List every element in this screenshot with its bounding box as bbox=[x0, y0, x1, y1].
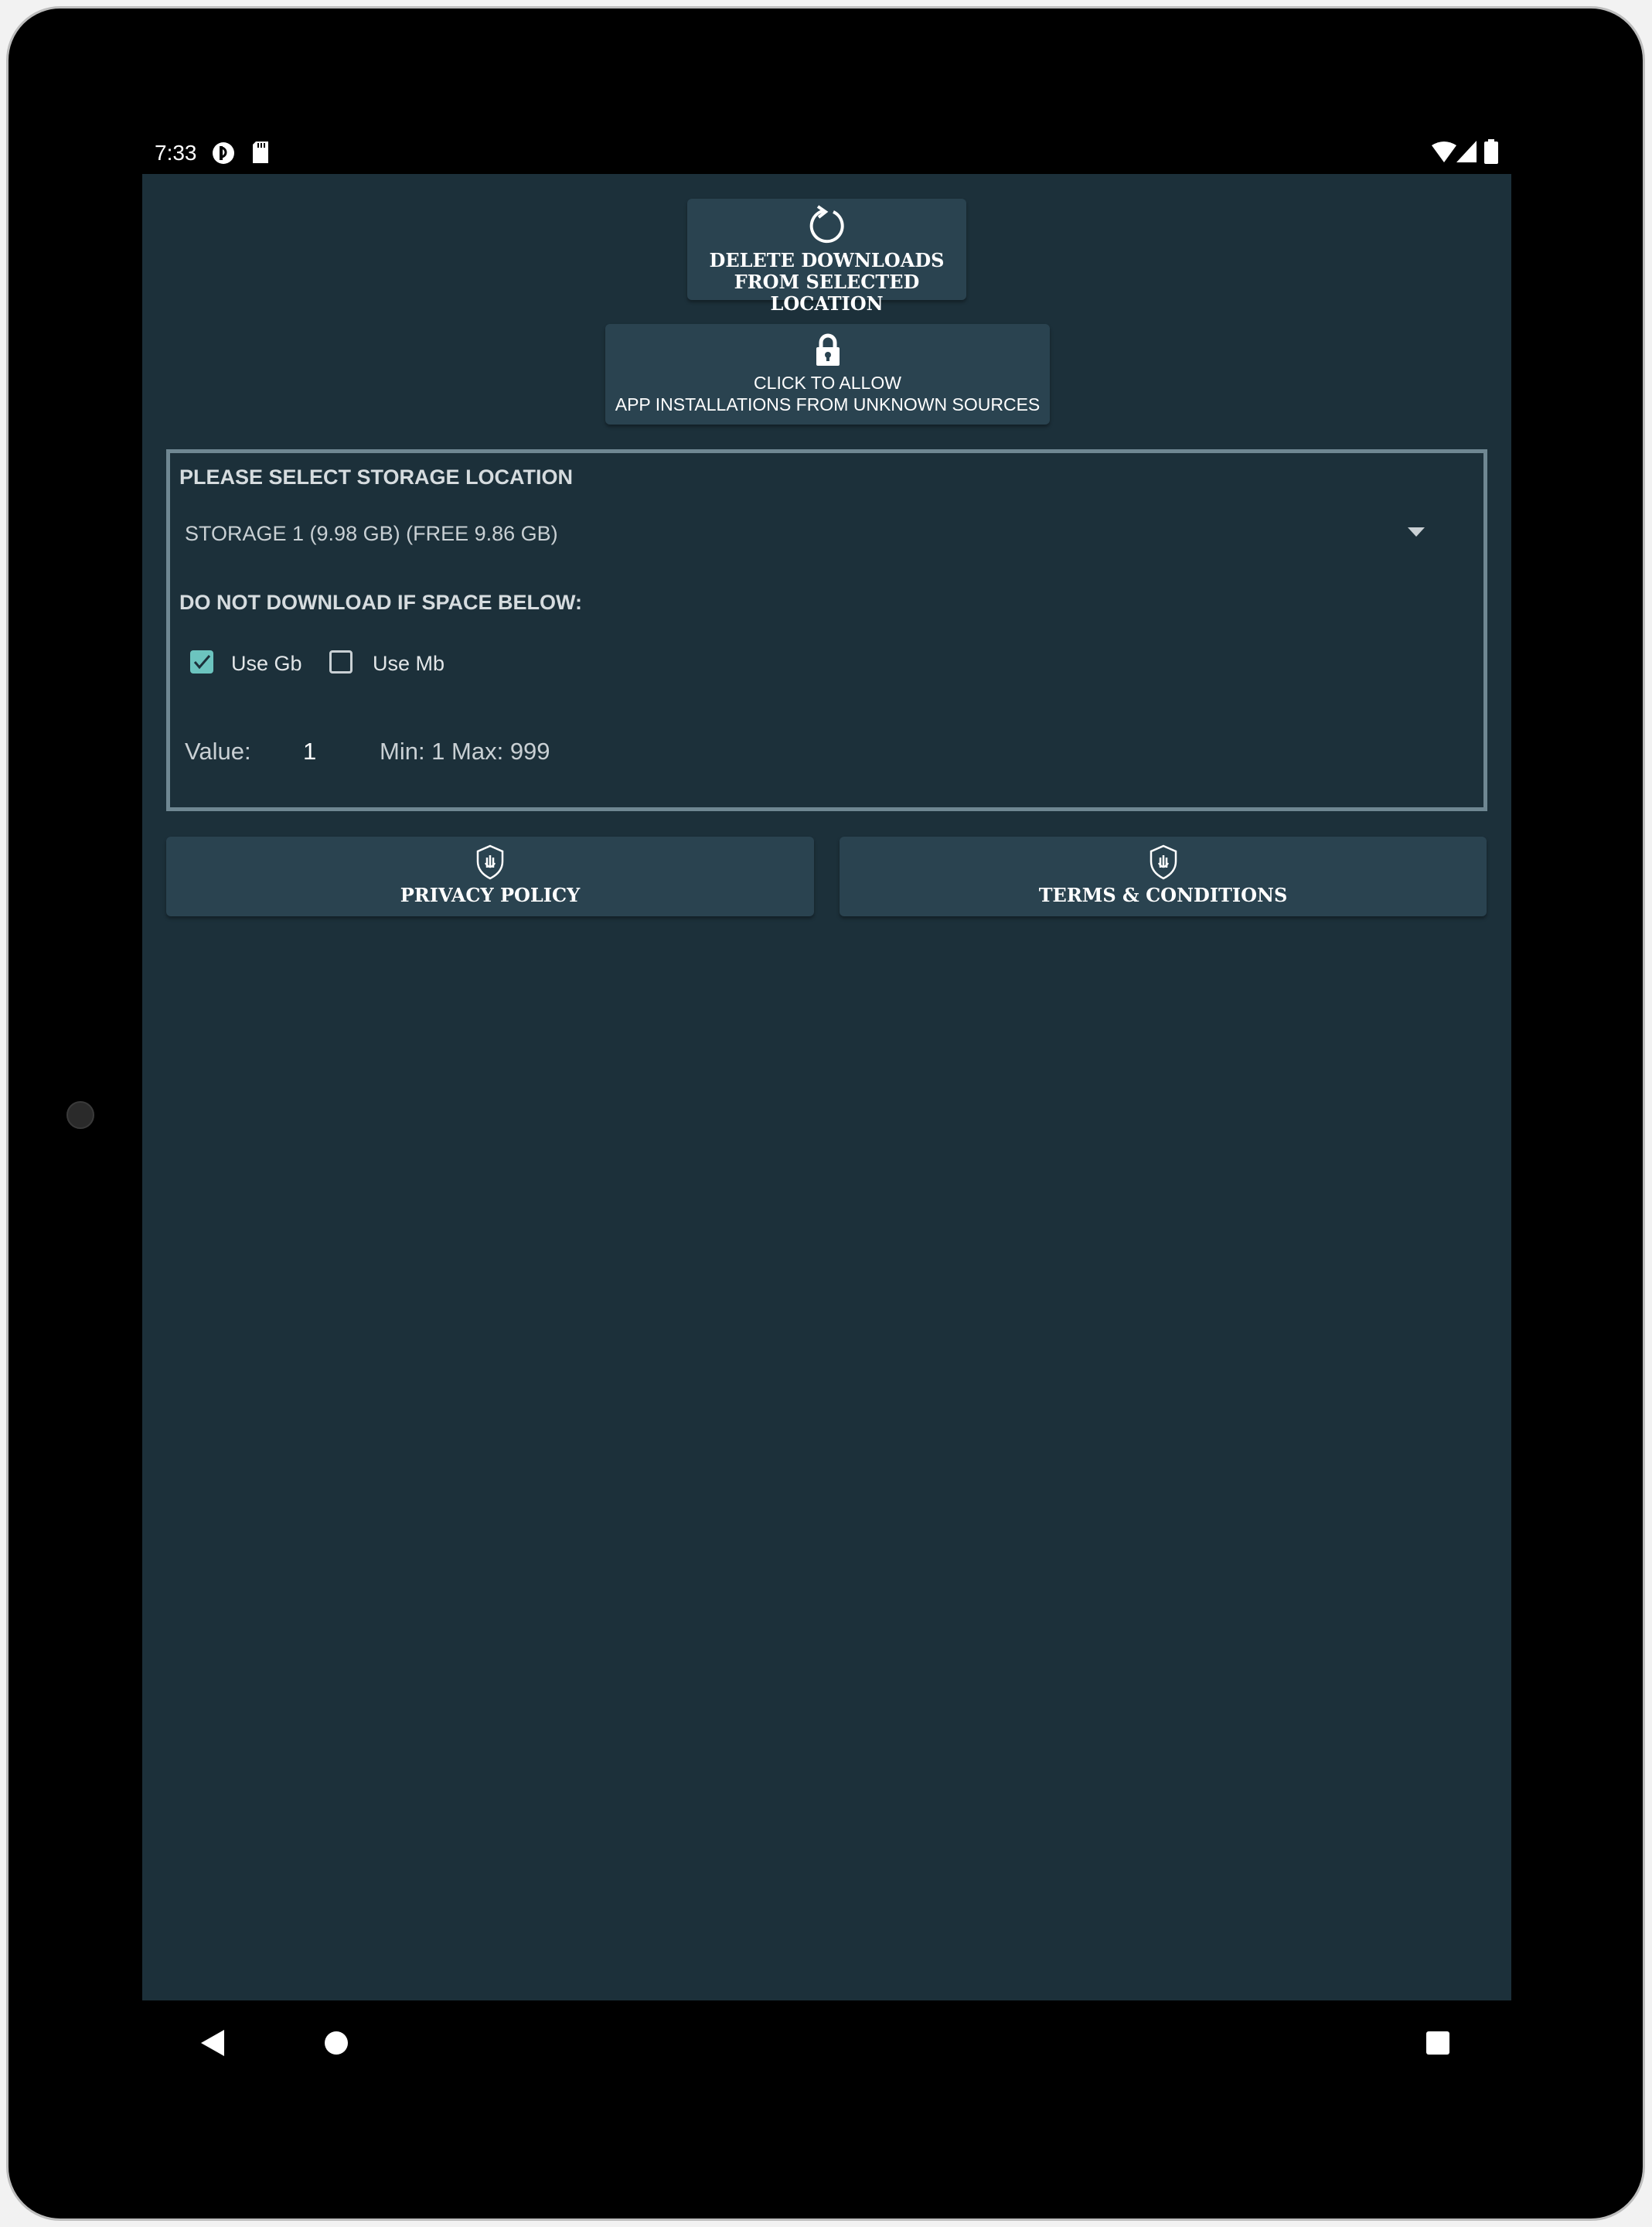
signal-icon bbox=[1456, 141, 1477, 162]
storage-selected-value: STORAGE 1 (9.98 GB) (FREE 9.86 GB) bbox=[185, 522, 558, 545]
unknown-sources-line2: APP INSTALLATIONS FROM UNKNOWN SOURCES bbox=[615, 394, 1041, 414]
use-mb-checkbox[interactable]: Use Mb bbox=[329, 646, 460, 677]
home-icon[interactable] bbox=[324, 2031, 349, 2055]
chevron-down-icon bbox=[1408, 527, 1425, 537]
status-bar: 7:33 bbox=[142, 131, 1511, 174]
privacy-policy-label: PRIVACY POLICY bbox=[400, 884, 581, 906]
camera-icon bbox=[66, 1101, 94, 1129]
delete-downloads-line1: DELETE DOWNLOADS bbox=[709, 249, 945, 271]
storage-settings-panel: PLEASE SELECT STORAGE LOCATION STORAGE 1… bbox=[166, 449, 1487, 811]
value-label: Value: bbox=[185, 738, 251, 765]
wifi-icon bbox=[1432, 142, 1456, 162]
back-icon[interactable] bbox=[201, 2030, 226, 2056]
recents-icon[interactable] bbox=[1426, 2031, 1449, 2055]
storage-title: PLEASE SELECT STORAGE LOCATION bbox=[179, 466, 574, 489]
threshold-title: DO NOT DOWNLOAD IF SPACE BELOW: bbox=[179, 591, 582, 614]
checkbox-unchecked-icon bbox=[329, 650, 353, 674]
delete-downloads-button[interactable]: DELETE DOWNLOADS FROM SELECTED LOCATION bbox=[687, 199, 966, 315]
unknown-sources-line1: CLICK TO ALLOW bbox=[754, 373, 901, 393]
data-saver-icon bbox=[213, 142, 234, 164]
app-screen: DELETE DOWNLOADS FROM SELECTED LOCATION … bbox=[142, 174, 1511, 2000]
status-time: 7:33 bbox=[155, 141, 197, 165]
storage-location-dropdown[interactable]: STORAGE 1 (9.98 GB) (FREE 9.86 GB) bbox=[176, 512, 1475, 555]
terms-conditions-label: TERMS & CONDITIONS bbox=[1038, 884, 1288, 906]
battery-icon bbox=[1484, 139, 1498, 164]
refresh-icon bbox=[809, 205, 844, 244]
use-gb-checkbox[interactable]: Use Gb bbox=[189, 646, 320, 677]
terms-conditions-button[interactable]: TERMS & CONDITIONS bbox=[840, 837, 1487, 916]
delete-downloads-line2: FROM SELECTED LOCATION bbox=[734, 271, 920, 315]
shield-hand-icon bbox=[1150, 844, 1177, 880]
allow-unknown-sources-button[interactable]: CLICK TO ALLOW APP INSTALLATIONS FROM UN… bbox=[605, 324, 1050, 425]
lock-icon bbox=[816, 333, 840, 366]
checkbox-checked-icon bbox=[190, 650, 213, 674]
privacy-policy-button[interactable]: PRIVACY POLICY bbox=[166, 837, 814, 916]
sd-card-icon bbox=[253, 142, 268, 163]
use-gb-label: Use Gb bbox=[231, 652, 302, 675]
value-input[interactable]: 1 bbox=[303, 738, 349, 766]
use-mb-label: Use Mb bbox=[373, 652, 445, 675]
value-range: Min: 1 Max: 999 bbox=[380, 738, 550, 765]
shield-hand-icon bbox=[476, 844, 504, 880]
navigation-bar bbox=[142, 2000, 1511, 2085]
